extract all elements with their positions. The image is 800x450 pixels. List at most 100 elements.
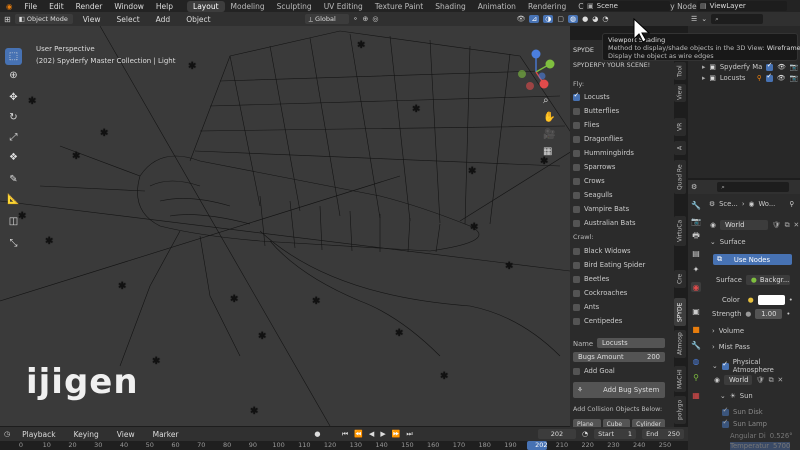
menu-marker[interactable]: Marker	[147, 430, 185, 439]
render-camera-icon[interactable]: 📷	[790, 63, 798, 71]
start-frame-field[interactable]: Start 1	[594, 429, 637, 439]
eye-icon[interactable]: 👁	[777, 74, 786, 82]
tab-sculpting[interactable]: Sculpting	[271, 1, 318, 12]
shading-wireframe-icon[interactable]: ◍	[567, 15, 579, 23]
shading-material-icon[interactable]: ◕	[592, 15, 598, 23]
collision-plane-button[interactable]: Plane	[573, 419, 601, 427]
fake-user-icon[interactable]: 🛡	[772, 221, 781, 229]
duplicate-icon[interactable]: ⧉	[769, 376, 774, 385]
temperature-value[interactable]: 5700	[773, 442, 790, 450]
transform-gizmo-tool-icon[interactable]: ⤡	[5, 235, 22, 252]
visibility-icon[interactable]: 👁	[516, 15, 525, 23]
sun-panel-header[interactable]: ⌄ ☀ Sun	[720, 392, 753, 400]
overlay-icon[interactable]: ◑	[543, 15, 554, 23]
volume-panel-header[interactable]: › Volume	[712, 327, 744, 335]
add-bug-system-button[interactable]: ⚘ Add Bug System	[573, 382, 665, 398]
record-icon[interactable]: ●	[314, 430, 320, 438]
outliner-item-locusts[interactable]: ▸ ▣ Locusts ⚲ 👁 📷	[702, 72, 798, 82]
menu-timeline-view[interactable]: View	[111, 430, 141, 439]
angular-value[interactable]: 0.526°	[770, 432, 793, 440]
mode-selector[interactable]: ◧ Object Mode	[14, 14, 73, 24]
menu-object[interactable]: Object	[180, 15, 216, 24]
checkbox-sun-disk[interactable]: Sun Disk	[722, 406, 763, 416]
outliner-editor-icon[interactable]: ☰	[691, 15, 697, 23]
render-props-icon[interactable]: 📷	[691, 216, 701, 226]
checkbox-butterflies[interactable]: Butterflies	[573, 107, 619, 115]
pin-icon[interactable]: ⚲	[789, 200, 794, 208]
menu-select[interactable]: Select	[111, 15, 146, 24]
properties-search-input[interactable]: ⌕	[717, 182, 790, 192]
checkbox-flies[interactable]: Flies	[573, 121, 599, 129]
mist-panel-header[interactable]: › Mist Pass	[712, 343, 750, 351]
pan-hand-icon[interactable]: ✋	[543, 112, 555, 123]
menu-add[interactable]: Add	[150, 15, 177, 24]
eye-icon[interactable]: 👁	[777, 63, 786, 71]
collision-cube-button[interactable]: Cube	[602, 419, 631, 427]
cursor-tool-icon[interactable]: ⊕	[5, 67, 22, 84]
checkbox-beetles[interactable]: Beetles	[573, 275, 609, 283]
menu-view[interactable]: View	[77, 15, 107, 24]
end-frame-field[interactable]: End 250	[642, 429, 684, 439]
menu-window[interactable]: Window	[108, 2, 150, 11]
tab-machin3[interactable]: MACHI	[674, 366, 686, 392]
collision-cylinder-button[interactable]: Cylinder	[632, 419, 665, 427]
checkbox-cockroaches[interactable]: Cockroaches	[573, 289, 627, 297]
surface-shader-field[interactable]: ● Backgr...	[745, 275, 790, 285]
checkbox-crows[interactable]: Crows	[573, 177, 605, 185]
tab-virtucamera[interactable]: VirtuCa	[674, 216, 686, 246]
world2-name-field[interactable]: World	[723, 375, 752, 385]
tool-props-icon[interactable]: 🔧	[691, 200, 701, 210]
checkbox-bird-eating-spider[interactable]: Bird Eating Spider	[573, 261, 645, 269]
tab-modeling[interactable]: Modeling	[225, 1, 271, 12]
tab-tool[interactable]: Tool	[674, 62, 686, 80]
checkbox-seagulls[interactable]: Seagulls	[573, 191, 613, 199]
checkbox-australian-bats[interactable]: Australian Bats	[573, 219, 636, 227]
tab-animation[interactable]: Animation	[472, 1, 522, 12]
modifier-props-icon[interactable]: 🔧	[691, 340, 701, 350]
scene-selector[interactable]: ▣ Scene	[584, 1, 670, 11]
blender-logo-icon[interactable]: ◉	[0, 2, 19, 11]
checkbox-black-widows[interactable]: Black Widows	[573, 247, 631, 255]
tab-cre[interactable]: Cre	[674, 270, 686, 288]
measure-tool-icon[interactable]: 📐	[5, 191, 22, 208]
fake-user-icon[interactable]: 🛡	[756, 376, 765, 384]
prev-keyframe-icon[interactable]: ⏪	[354, 430, 363, 438]
viewport-3d[interactable]: User Perspective (202) Spyderfy Master C…	[0, 26, 570, 426]
world-props-icon[interactable]: ◉	[691, 282, 701, 292]
menu-playback[interactable]: Playback	[16, 430, 61, 439]
next-keyframe-icon[interactable]: ⏩	[392, 430, 401, 438]
navigation-gizmo[interactable]	[512, 46, 562, 104]
stopwatch-icon[interactable]: ◔	[582, 430, 588, 438]
outliner-item-spyderfy[interactable]: ▸ ▣ Spyderfy Ma 👁 📷	[702, 61, 798, 71]
proportional-icon[interactable]: ◎	[372, 15, 378, 23]
name-input[interactable]: Locusts	[597, 338, 665, 348]
jump-start-icon[interactable]: ⏮	[342, 430, 348, 439]
tab-shading[interactable]: Shading	[429, 1, 471, 12]
filter-icon[interactable]: ⌄	[701, 15, 707, 23]
properties-editor-icon[interactable]: ⚙	[691, 183, 697, 191]
render-camera-icon[interactable]: 📷	[790, 74, 798, 82]
tab-rendering[interactable]: Rendering	[522, 1, 572, 12]
transform-orientation[interactable]: ⟂ Global	[304, 14, 349, 24]
world-name-field[interactable]: World	[719, 220, 768, 230]
menu-render[interactable]: Render	[70, 2, 109, 11]
zoom-icon[interactable]: ⌕	[543, 95, 549, 106]
current-frame-field[interactable]: 202	[537, 429, 577, 439]
tab-polygoniq[interactable]: polygo	[674, 396, 686, 424]
unlink-icon[interactable]: ✕	[793, 221, 799, 229]
atmosphere-enable-checkbox[interactable]	[721, 360, 729, 370]
unlink-icon[interactable]: ✕	[777, 376, 783, 384]
scale-tool-icon[interactable]: ⤢	[5, 129, 22, 146]
output-props-icon[interactable]: 🖶	[691, 231, 701, 242]
outliner-search-input[interactable]: ⌕	[711, 14, 764, 24]
tab-layout[interactable]: Layout	[187, 0, 225, 12]
jump-end-icon[interactable]: ⏭	[406, 430, 412, 439]
checkbox-ants[interactable]: Ants	[573, 303, 599, 311]
checkbox-vampire-bats[interactable]: Vampire Bats	[573, 205, 629, 213]
menu-edit[interactable]: Edit	[43, 2, 70, 11]
annotate-tool-icon[interactable]: ✎	[5, 171, 22, 188]
checkbox-centipedes[interactable]: Centipedes	[573, 317, 622, 325]
world-selector[interactable]: ◉ World 🛡 ⧉ ✕	[710, 220, 799, 230]
bugs-amount-field[interactable]: Bugs Amount 200	[573, 352, 665, 362]
rotate-tool-icon[interactable]: ↻	[5, 109, 22, 126]
